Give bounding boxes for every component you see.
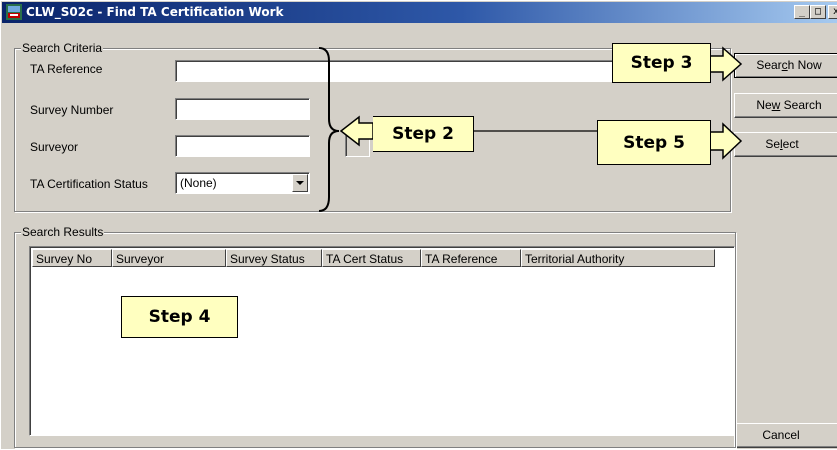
step2-arrowhead — [339, 115, 374, 147]
step2-callout: Step 2 — [373, 116, 474, 152]
step5-arrowhead — [708, 122, 743, 160]
find-ta-certification-window: CLW_S02c - Find TA Certification Work _ … — [0, 0, 837, 449]
annotation-overlay — [318, 46, 743, 212]
step4-callout: Step 4 — [121, 296, 238, 338]
step5-callout: Step 5 — [597, 120, 711, 165]
step3-arrowhead — [708, 46, 743, 82]
step3-callout: Step 3 — [612, 43, 711, 83]
brace-shape — [318, 47, 340, 212]
